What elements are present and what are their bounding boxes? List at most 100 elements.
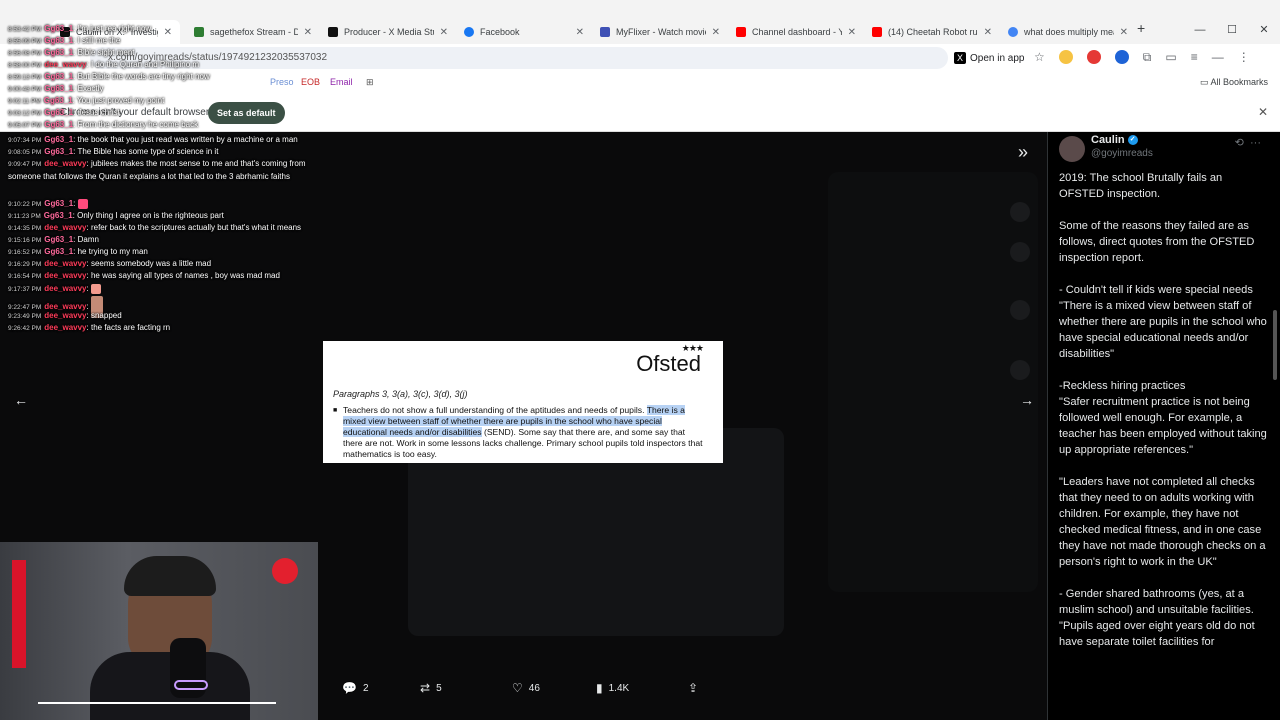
next-arrow-icon[interactable]: → [1020,392,1034,408]
author-name[interactable]: Caulin ✓ [1091,134,1138,146]
chat-text: the facts are facting rn [90,323,171,332]
chat-username[interactable]: Gg63_1 [44,147,73,156]
maximize-button[interactable]: ☐ [1216,20,1248,44]
share-button[interactable]: ⇪ [688,681,698,695]
open-in-app-button[interactable]: X Open in app [954,49,1025,67]
profile-icon[interactable]: — [1212,50,1224,65]
tab-cheetah-robot[interactable]: (14) Cheetah Robot runs ✕ [864,20,1000,44]
grok-icon[interactable]: ⟲ [1235,137,1244,149]
tab-myflixer[interactable]: MyFlixer - Watch movies ✕ [592,20,728,44]
reply-button[interactable]: 💬 2 [342,681,420,695]
chat-username[interactable]: dee_wavvy [44,323,86,332]
media-icon[interactable]: ≡ [1191,50,1198,65]
chat-timestamp: 9:00:43 PM [8,86,42,93]
chat-timestamp: 9:16:52 PM [8,249,42,256]
chat-username[interactable]: Gg63_1 [44,24,73,33]
webcam-overlay [0,542,318,720]
ghost-sidebar [828,172,1038,592]
thread-panel: Caulin ✓ @goyimreads ⟲ ··· 2019: The scho… [1047,132,1280,720]
window-controls: — ☐ ✕ [1184,20,1280,44]
chat-message: 9:05:07 PM Gg63_1: From the dictionary he… [8,119,318,132]
chat-text: The Bible has some type of science in it [77,147,219,156]
avatar[interactable] [1059,136,1085,162]
collapse-panel-icon[interactable]: » [1018,142,1028,163]
post-action-bar: 💬 2 ⇄ 5 ♡ 46 ▮ 1.4K ⇪ [342,681,698,695]
all-bookmarks[interactable]: ▭ All Bookmarks [1200,77,1268,88]
ghost-avatar [1010,202,1030,222]
chat-text: You just proved my point [76,96,165,105]
close-icon[interactable]: ✕ [1258,105,1268,119]
tab-facebook[interactable]: Facebook ✕ [456,20,592,44]
chat-username[interactable]: Gg63_1 [44,36,73,45]
tab-label: (14) Cheetah Robot runs [888,27,978,37]
chat-text: Bible sight ment [77,48,135,57]
tab-label: Producer - X Media Stud [344,27,434,37]
red-round-light [272,558,298,584]
header-icons: ⟲ ··· [1235,136,1261,149]
previous-arrow-icon[interactable]: ← [14,392,28,408]
repost-button[interactable]: ⇄ 5 [420,681,512,695]
chat-username[interactable]: dee_wavvy [44,259,86,268]
minimize-button[interactable]: — [1184,20,1216,44]
chat-username[interactable]: dee_wavvy [44,311,86,320]
chat-timestamp: 9:14:35 PM [8,225,42,232]
apps-grid-icon[interactable]: ⊞ [366,77,374,88]
menu-icon[interactable]: ⋮ [1238,50,1250,65]
chat-username[interactable]: Gg63_1 [44,72,73,81]
chat-timestamp: 9:03:12 PM [8,110,42,117]
chat-separator: : [73,199,78,208]
bookmark-email[interactable]: Email [330,77,353,87]
chat-username[interactable]: dee_wavvy [44,60,86,69]
author-handle[interactable]: @goyimreads [1091,148,1153,159]
youtube-logo-icon [872,27,882,37]
inspection-report-image[interactable]: ★★★ Ofsted Paragraphs 3, 3(a), 3(c), 3(d… [323,341,723,463]
report-bullet: Teachers do not show a full understandin… [333,405,705,460]
sidepanel-icon[interactable]: ▭ [1165,50,1176,65]
extension-icon[interactable] [1086,50,1101,64]
chat-username[interactable]: Gg63_1 [44,199,73,208]
chat-username[interactable]: Gg63_1 [44,108,73,117]
views-button[interactable]: ▮ 1.4K [596,681,688,695]
close-icon[interactable]: ✕ [1120,27,1128,38]
chat-username[interactable]: dee_wavvy [44,223,86,232]
post-header: Caulin ✓ @goyimreads ⟲ ··· [1059,134,1279,164]
close-icon[interactable]: ✕ [440,27,448,38]
tab-channel-dashboard[interactable]: Channel dashboard - You ✕ [728,20,864,44]
more-icon[interactable]: ··· [1250,137,1261,149]
chat-timestamp: 8:55:09 PM [8,38,42,45]
chat-username[interactable]: Gg63_1 [44,48,73,57]
chat-username[interactable]: Gg63_1 [44,120,73,129]
chat-message: 9:26:42 PM dee_wavvy: the facts are facti… [8,322,318,335]
close-icon[interactable]: ✕ [984,27,992,38]
close-icon[interactable]: ✕ [848,27,856,38]
tab-label: Channel dashboard - You [752,27,842,37]
chat-username[interactable]: dee_wavvy [44,284,86,293]
chat-username[interactable]: dee_wavvy [44,159,86,168]
puzzle-icon[interactable]: ⧉ [1143,50,1152,65]
tab-producer[interactable]: Producer - X Media Stud ✕ [320,20,456,44]
chat-username[interactable]: Gg63_1 [44,135,73,144]
webcam-frame-line [38,702,276,704]
chat-username[interactable]: Gg63_1 [44,235,73,244]
new-tab-button[interactable]: + [1137,20,1145,36]
repost-icon: ⇄ [420,681,431,695]
close-icon[interactable]: ✕ [712,27,720,38]
chat-username[interactable]: Gg63_1 [44,247,73,256]
extension-icon[interactable] [1114,50,1129,64]
extension-icon[interactable] [1058,50,1073,64]
heart-icon: ♡ [512,681,523,695]
chat-username[interactable]: Gg63_1 [44,96,73,105]
chat-text: refer back to the scriptures actually bu… [90,223,302,232]
google-logo-icon [1008,27,1018,37]
tab-google-search[interactable]: what does multiply mea ✕ [1000,20,1136,44]
star-icon[interactable]: ☆ [1034,50,1045,65]
post-paragraph: - Gender shared bathrooms (yes, at a mus… [1059,588,1255,648]
chat-username[interactable]: Gg63_1 [44,211,73,220]
like-button[interactable]: ♡ 46 [512,681,596,695]
scrollbar[interactable] [1273,310,1277,380]
close-icon[interactable]: ✕ [576,27,584,38]
chat-text: I do the Quran and Philipino m [90,60,200,69]
chat-username[interactable]: dee_wavvy [44,271,86,280]
chat-username[interactable]: Gg63_1 [44,84,73,93]
close-window-button[interactable]: ✕ [1248,20,1280,44]
